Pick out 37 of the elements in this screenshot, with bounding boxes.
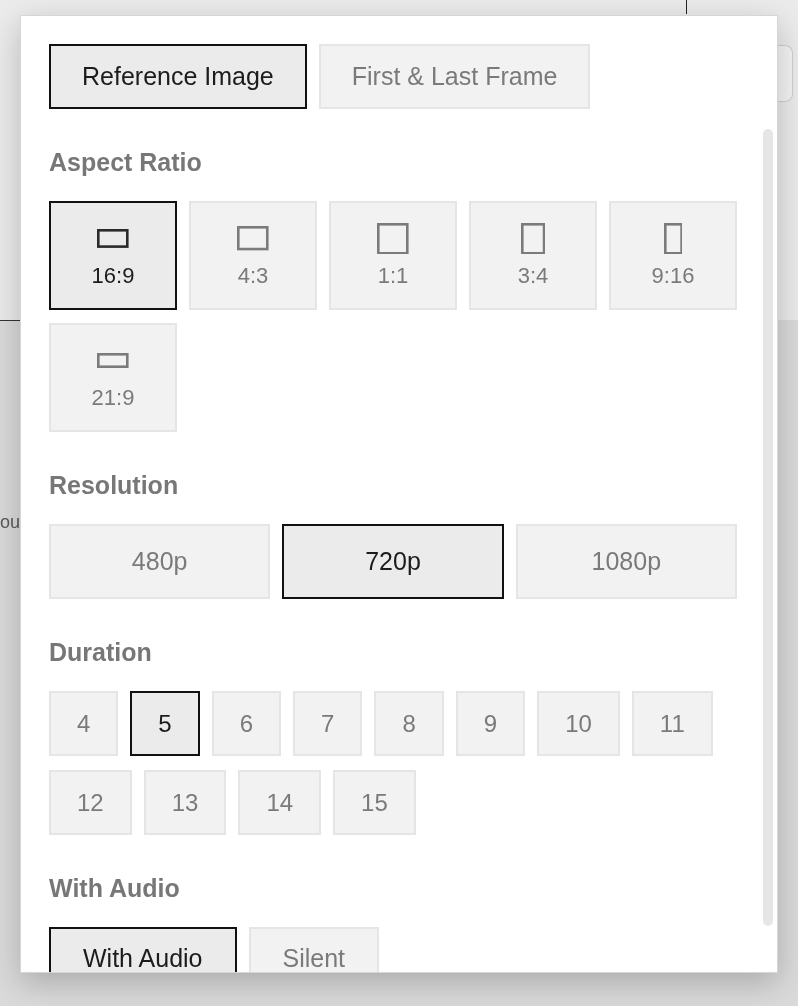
duration-option[interactable]: 10 xyxy=(537,691,620,756)
rectangle-icon xyxy=(520,222,546,255)
aspect-ratio-option[interactable]: 3:4 xyxy=(469,201,597,310)
resolution-option[interactable]: 1080p xyxy=(515,524,737,599)
duration-option[interactable]: 6 xyxy=(211,691,282,756)
rectangle-icon xyxy=(97,353,129,368)
rectangle-icon xyxy=(97,229,129,248)
rectangle-icon xyxy=(237,226,269,251)
duration-option[interactable]: 5 xyxy=(130,691,200,756)
duration-option[interactable]: 14 xyxy=(238,770,322,835)
duration-option[interactable]: 15 xyxy=(333,770,416,835)
audio-option[interactable]: Silent xyxy=(248,927,380,972)
audio-option[interactable]: With Audio xyxy=(49,927,237,972)
section-heading: Duration xyxy=(49,638,153,666)
mode-tab[interactable]: Reference Image xyxy=(49,44,307,109)
duration-option[interactable]: 4 xyxy=(49,691,119,756)
mode-tab[interactable]: First & Last Frame xyxy=(318,44,591,109)
section-heading: Aspect Ratio xyxy=(49,148,203,176)
duration-option[interactable]: 11 xyxy=(631,691,713,756)
duration-option[interactable]: 9 xyxy=(455,691,526,756)
background-text: ou xyxy=(0,511,21,533)
section-heading: With Audio xyxy=(49,874,181,902)
aspect-ratio-option[interactable]: 1:1 xyxy=(329,201,457,310)
aspect-ratio-option[interactable]: 4:3 xyxy=(189,201,317,310)
rectangle-icon xyxy=(377,222,409,255)
duration-option[interactable]: 12 xyxy=(49,770,132,835)
scrollbar-thumb[interactable] xyxy=(763,129,773,926)
resolution-option[interactable]: 480p xyxy=(49,524,271,599)
resolution-option[interactable]: 720p xyxy=(282,524,504,599)
duration-option[interactable]: 8 xyxy=(374,691,444,756)
aspect-ratio-option[interactable]: 9:16 xyxy=(609,201,737,310)
aspect-ratio-option[interactable]: 21:9 xyxy=(49,323,177,432)
rectangle-icon xyxy=(663,222,683,255)
section-heading: Resolution xyxy=(49,471,180,499)
duration-option[interactable]: 7 xyxy=(293,691,363,756)
duration-option[interactable]: 13 xyxy=(143,770,227,835)
aspect-ratio-option[interactable]: 16:9 xyxy=(49,201,177,310)
